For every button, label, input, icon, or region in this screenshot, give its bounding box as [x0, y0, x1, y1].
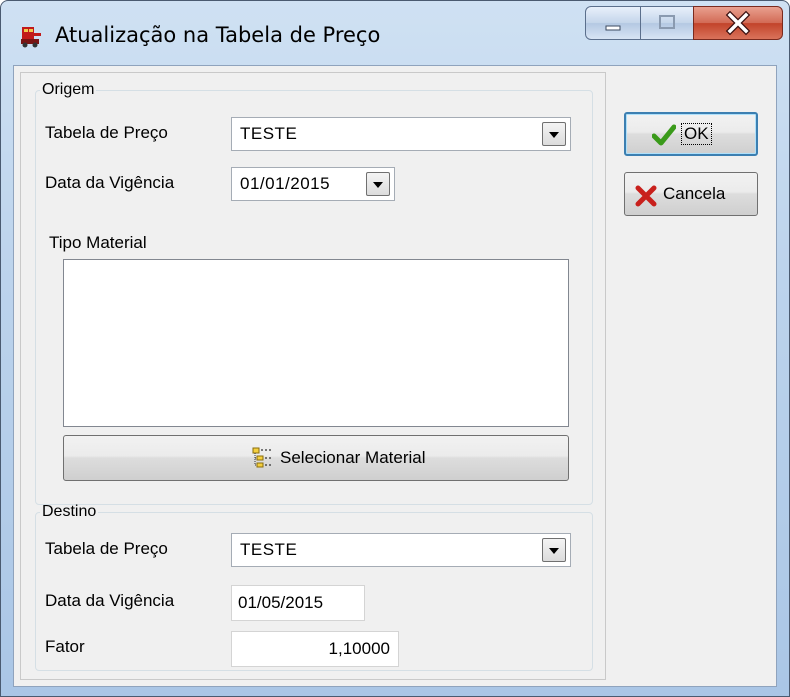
left-panel: Origem Tabela de Preço TESTE Data da Vig…: [20, 72, 606, 680]
dialog-window: Atualização na Tabela de Preço Origem Ta…: [0, 0, 790, 697]
minimize-button[interactable]: [585, 6, 641, 40]
ok-button[interactable]: OK: [624, 112, 758, 156]
dropdown-arrow-icon[interactable]: [542, 122, 566, 146]
window-title: Atualização na Tabela de Preço: [55, 23, 381, 47]
caption-buttons: [585, 6, 785, 42]
destino-legend: Destino: [42, 503, 97, 520]
destino-data-input[interactable]: 01/05/2015: [231, 585, 365, 621]
destino-tabela-label: Tabela de Preço: [45, 539, 168, 558]
tipo-material-label: Tipo Material: [49, 233, 147, 252]
destino-tabela-combo[interactable]: TESTE: [231, 533, 571, 567]
selecionar-material-label: Selecionar Material: [280, 448, 426, 467]
ok-label: OK: [681, 123, 712, 145]
origem-tabela-label: Tabela de Preço: [45, 123, 168, 142]
origem-tabela-combo[interactable]: TESTE: [231, 117, 571, 151]
app-icon: [19, 25, 43, 49]
maximize-icon: [659, 15, 675, 29]
checkmark-icon: [651, 124, 677, 146]
title-bar[interactable]: Atualização na Tabela de Preço: [1, 1, 789, 65]
tree-icon: [252, 447, 274, 469]
destino-data-label: Data da Vigência: [45, 591, 175, 610]
destino-tabela-value: TESTE: [240, 540, 298, 559]
right-panel: OK Cancela: [610, 72, 772, 680]
origem-tabela-value: TESTE: [240, 124, 298, 143]
destino-data-value: 01/05/2015: [238, 593, 324, 612]
dropdown-arrow-icon[interactable]: [366, 172, 390, 196]
dropdown-arrow-icon[interactable]: [542, 538, 566, 562]
cancela-button[interactable]: Cancela: [624, 172, 758, 216]
fator-value: 1,10000: [328, 639, 390, 658]
x-cancel-icon: [635, 185, 657, 207]
maximize-button[interactable]: [640, 6, 694, 40]
origem-data-label: Data da Vigência: [45, 173, 175, 192]
origem-legend: Origem: [42, 81, 95, 98]
client-area: Origem Tabela de Preço TESTE Data da Vig…: [13, 65, 777, 687]
tipo-material-listbox[interactable]: [63, 259, 569, 427]
origem-data-picker[interactable]: 01/01/2015: [231, 167, 395, 201]
minimize-icon: [605, 25, 621, 31]
close-button[interactable]: [693, 6, 783, 40]
selecionar-material-button[interactable]: Selecionar Material: [63, 435, 569, 481]
fator-input[interactable]: 1,10000: [231, 631, 399, 667]
origem-data-value: 01/01/2015: [240, 174, 331, 193]
close-icon: [725, 10, 751, 36]
cancela-label: Cancela: [663, 184, 726, 203]
fator-label: Fator: [45, 637, 85, 656]
